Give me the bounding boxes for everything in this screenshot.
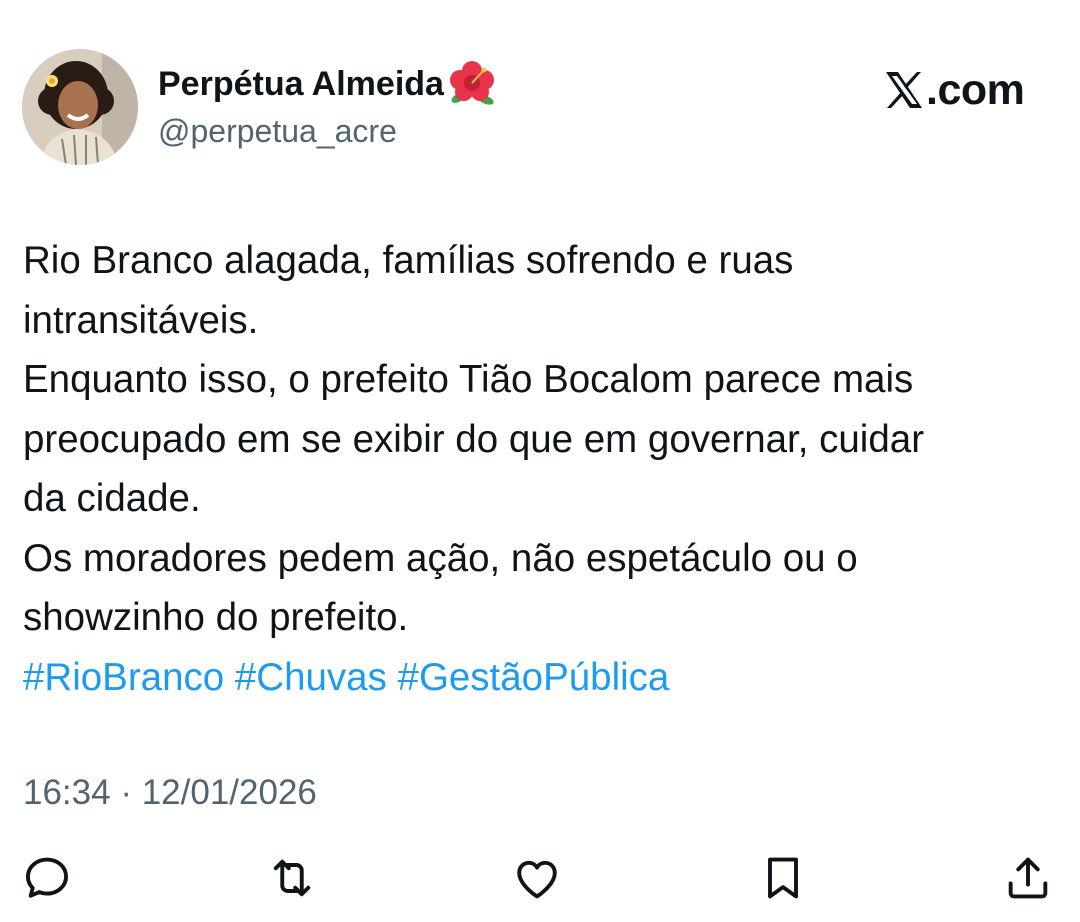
tweet-line: Os moradores pedem ação, não espetáculo … xyxy=(23,536,858,580)
hashtag-link[interactable]: #Chuvas xyxy=(235,656,387,699)
tweet-line: showzinho do prefeito. xyxy=(23,596,409,639)
reply-icon xyxy=(25,857,69,898)
hibiscus-icon xyxy=(446,58,498,110)
tweet-line: da cidade. xyxy=(23,477,201,520)
author-display-name[interactable]: Perpétua Almeida xyxy=(158,65,444,104)
reply-button[interactable] xyxy=(21,852,73,904)
share-button[interactable] xyxy=(1002,852,1054,904)
tweet-time: 16:34 xyxy=(23,773,111,812)
bookmark-icon xyxy=(768,857,798,899)
tweet-timestamp[interactable]: 16:34 · 12/01/2026 xyxy=(23,773,317,813)
retweet-icon xyxy=(273,859,311,897)
tweet-line: preocupado em se exibir do que em govern… xyxy=(23,417,925,461)
bookmark-button[interactable] xyxy=(757,852,809,904)
like-button[interactable] xyxy=(511,852,563,904)
tweet-date: 12/01/2026 xyxy=(141,773,317,812)
like-icon xyxy=(517,860,557,899)
tweet-line: Enquanto isso, o prefeito Tião Bocalom p… xyxy=(23,358,914,401)
x-logo-icon xyxy=(884,70,924,110)
brand-watermark: .com xyxy=(884,65,1025,114)
author-handle[interactable]: @perpetua_acre xyxy=(158,113,397,150)
author-name-row[interactable]: Perpétua Almeida xyxy=(158,61,498,106)
timestamp-separator: · xyxy=(110,773,142,812)
tweet-text: Rio Branco alagada, famílias sofrendo e … xyxy=(23,231,1068,707)
hashtag-link[interactable]: #GestãoPública xyxy=(398,656,670,699)
tweet-line: intransitáveis. xyxy=(23,298,259,342)
brand-domain: .com xyxy=(926,65,1025,114)
share-icon xyxy=(1008,857,1048,899)
hashtag-link[interactable]: #RioBranco xyxy=(23,656,224,699)
tweet-line: Rio Branco alagada, famílias sofrendo e … xyxy=(23,239,794,282)
hashtag-row: #RioBranco #Chuvas #GestãoPública xyxy=(23,648,1068,708)
retweet-button[interactable] xyxy=(266,852,318,904)
avatar[interactable] xyxy=(22,49,138,165)
